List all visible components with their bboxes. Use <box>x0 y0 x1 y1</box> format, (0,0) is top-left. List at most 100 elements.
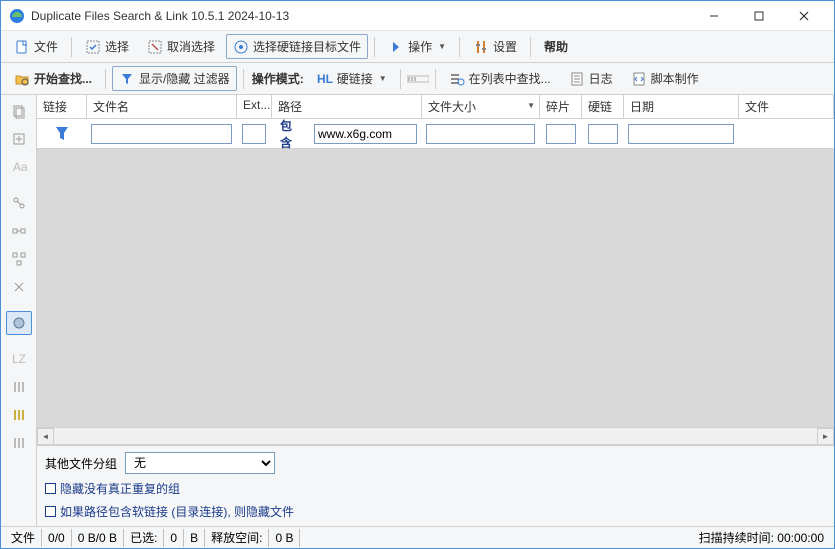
file-icon <box>14 39 30 55</box>
lt-tool4-icon[interactable] <box>6 275 32 299</box>
svg-text:LZ: LZ <box>12 352 26 366</box>
progress-icon <box>407 72 429 86</box>
status-counts: 0/0 <box>42 529 72 547</box>
lt-copy-icon[interactable] <box>6 99 32 123</box>
lt-add-icon[interactable] <box>6 127 32 151</box>
col-ext[interactable]: Ext... <box>237 95 272 118</box>
hide-softlink-checkbox[interactable]: 如果路径包含软链接 (目录连接), 则隐藏文件 <box>45 503 826 520</box>
toolbar: 开始查找... 显示/隐藏 过滤器 操作模式: HL 硬链接 ▼ 在列表中查找.… <box>1 63 834 95</box>
maximize-button[interactable] <box>736 1 781 30</box>
chevron-down-icon: ▼ <box>438 42 446 51</box>
hardlink-icon: HL <box>317 71 333 87</box>
filter-ext-input[interactable] <box>242 124 266 144</box>
col-file[interactable]: 文件 <box>739 95 834 118</box>
titlebar: Duplicate Files Search & Link 10.5.1 202… <box>1 1 834 31</box>
results-grid: 链接 文件名 Ext... 路径 文件大小▼ 碎片 硬链 日期 文件 包含 <box>37 95 834 445</box>
col-size[interactable]: 文件大小▼ <box>422 95 540 118</box>
search-in-list-label: 在列表中查找... <box>469 70 551 87</box>
scroll-left-icon[interactable]: ◄ <box>37 428 54 445</box>
select-icon <box>85 39 101 55</box>
script-button[interactable]: 脚本制作 <box>624 66 706 91</box>
scroll-right-icon[interactable]: ► <box>817 428 834 445</box>
filter-frag-input[interactable] <box>546 124 576 144</box>
menu-file-label: 文件 <box>34 38 58 55</box>
target-icon <box>233 39 249 55</box>
filter-hard-input[interactable] <box>588 124 618 144</box>
col-frag[interactable]: 碎片 <box>540 95 582 118</box>
bottom-panel: 其他文件分组 无 隐藏没有真正重复的组 如果路径包含软链接 (目录连接), 则隐… <box>37 445 834 526</box>
menu-help-label: 帮助 <box>544 38 568 55</box>
contains-label: 包含 <box>276 117 305 151</box>
lt-lz-icon[interactable]: LZ <box>6 347 32 371</box>
minimize-button[interactable] <box>691 1 736 30</box>
svg-text:Aa: Aa <box>13 160 27 174</box>
hide-no-dup-checkbox[interactable]: 隐藏没有真正重复的组 <box>45 480 826 497</box>
script-label: 脚本制作 <box>651 70 699 87</box>
filter-icon <box>119 71 135 87</box>
status-b: B <box>184 529 205 547</box>
menu-select[interactable]: 选择 <box>78 34 136 59</box>
menu-help[interactable]: 帮助 <box>537 34 575 59</box>
col-date[interactable]: 日期 <box>624 95 739 118</box>
menu-operate[interactable]: 操作 ▼ <box>381 34 453 59</box>
menu-deselect[interactable]: 取消选择 <box>140 34 222 59</box>
col-name[interactable]: 文件名 <box>87 95 237 118</box>
lt-bars1-icon[interactable] <box>6 375 32 399</box>
menu-select-hardlink-target-label: 选择硬链接目标文件 <box>253 38 361 55</box>
lt-bars3-icon[interactable] <box>6 431 32 455</box>
filter-path-input[interactable] <box>314 124 417 144</box>
settings-icon <box>473 39 489 55</box>
status-bar: 文件 0/0 0 B/0 B 已选: 0 B 释放空间: 0 B 扫描持续时间:… <box>1 526 834 548</box>
filter-name-input[interactable] <box>91 124 232 144</box>
start-search-label: 开始查找... <box>34 70 92 87</box>
list-search-icon <box>449 71 465 87</box>
menu-settings[interactable]: 设置 <box>466 34 524 59</box>
hardlink-mode-button[interactable]: HL 硬链接 ▼ <box>310 66 394 91</box>
sort-indicator-icon: ▼ <box>527 101 535 110</box>
group-select[interactable]: 无 <box>125 452 275 474</box>
status-selected: 已选: <box>124 529 164 547</box>
menu-deselect-label: 取消选择 <box>167 38 215 55</box>
menu-operate-label: 操作 <box>408 38 432 55</box>
status-free: 释放空间: <box>205 529 269 547</box>
hide-no-dup-label: 隐藏没有真正重复的组 <box>60 480 180 497</box>
grid-body <box>37 149 834 427</box>
menu-select-hardlink-target[interactable]: 选择硬链接目标文件 <box>226 34 368 59</box>
log-button[interactable]: 日志 <box>562 66 620 91</box>
filter-row: 包含 <box>37 119 834 149</box>
svg-text:HL: HL <box>317 72 333 86</box>
col-hard[interactable]: 硬链 <box>582 95 624 118</box>
filter-date-input[interactable] <box>628 124 734 144</box>
menu-file[interactable]: 文件 <box>7 34 65 59</box>
lt-tool2-icon[interactable] <box>6 219 32 243</box>
left-toolbar: Aa LZ <box>1 95 37 526</box>
toggle-filter-label: 显示/隐藏 过滤器 <box>139 70 230 87</box>
lt-bars2-icon[interactable] <box>6 403 32 427</box>
hide-softlink-label: 如果路径包含软链接 (目录连接), 则隐藏文件 <box>60 503 294 520</box>
mode-label: 操作模式: <box>250 70 306 87</box>
toggle-filter-button[interactable]: 显示/隐藏 过滤器 <box>112 66 237 91</box>
filter-size-input[interactable] <box>426 124 535 144</box>
lt-tool1-icon[interactable] <box>6 191 32 215</box>
status-selected-count: 0 <box>164 529 184 547</box>
col-link[interactable]: 链接 <box>37 95 87 118</box>
menu-select-label: 选择 <box>105 38 129 55</box>
horizontal-scrollbar[interactable]: ◄ ► <box>37 427 834 444</box>
status-bytes: 0 B/0 B <box>72 529 124 547</box>
lt-selected-tool-icon[interactable] <box>6 311 32 335</box>
col-path[interactable]: 路径 <box>272 95 422 118</box>
lt-text-icon[interactable]: Aa <box>6 155 32 179</box>
lt-tool3-icon[interactable] <box>6 247 32 271</box>
menu-settings-label: 设置 <box>493 38 517 55</box>
funnel-icon[interactable] <box>54 125 70 143</box>
script-icon <box>631 71 647 87</box>
search-in-list-button[interactable]: 在列表中查找... <box>442 66 558 91</box>
hardlink-label: 硬链接 <box>337 70 373 87</box>
close-button[interactable] <box>781 1 826 30</box>
status-scan-time: 扫描持续时间: 00:00:00 <box>693 529 830 547</box>
search-folder-icon <box>14 71 30 87</box>
start-search-button[interactable]: 开始查找... <box>7 66 99 91</box>
group-label: 其他文件分组 <box>45 455 117 472</box>
checkbox-icon <box>45 506 56 517</box>
chevron-down-icon: ▼ <box>379 74 387 83</box>
